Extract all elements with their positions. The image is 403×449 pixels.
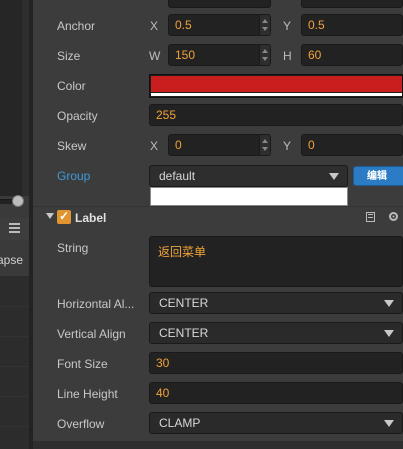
line-height-label: Line Height (57, 387, 118, 401)
label-component-title: Label (75, 211, 107, 225)
skew-x-value: 0 (175, 138, 182, 152)
chevron-down-icon (384, 300, 394, 307)
group-select[interactable]: default (149, 165, 348, 187)
overflow-value: CLAMP (159, 416, 201, 430)
anchor-y-label: Y (283, 19, 292, 33)
line-height-field[interactable]: 40 (149, 382, 403, 404)
horizontal-align-label: Horizontal Al... (57, 297, 135, 311)
group-edit-button[interactable]: 编辑 (353, 166, 403, 186)
skew-x-label: X (150, 139, 159, 153)
anchor-x-field[interactable]: 0.5 (168, 14, 271, 36)
font-size-field[interactable]: 30 (149, 352, 403, 374)
chevron-down-icon (329, 173, 339, 180)
size-w-field[interactable]: 150 (168, 44, 271, 66)
opacity-label: Opacity (57, 109, 98, 123)
menu-icon[interactable] (9, 223, 20, 233)
size-w-stepper[interactable] (259, 45, 270, 65)
string-textarea[interactable]: 返回菜单 (149, 236, 403, 287)
fold-arrow-icon[interactable] (46, 213, 54, 219)
anchor-x-label: X (150, 19, 159, 33)
font-size-value: 30 (156, 356, 170, 370)
inspector-bottom-edge (33, 441, 403, 449)
group-value: default (159, 169, 196, 183)
string-label: String (57, 241, 89, 255)
horizontal-align-select[interactable]: CENTER (149, 292, 403, 314)
skew-label: Skew (57, 139, 87, 153)
left-scrollbar[interactable] (22, 0, 29, 196)
left-list (0, 276, 29, 449)
vertical-align-label: Vertical Align (57, 327, 126, 341)
book-icon[interactable] (366, 212, 375, 222)
color-picker[interactable] (149, 74, 403, 98)
list-divider (0, 336, 29, 337)
list-divider (0, 396, 29, 397)
zoom-slider-knob[interactable] (12, 195, 24, 207)
size-h-value: 60 (308, 48, 322, 62)
chevron-down-icon (384, 330, 394, 337)
chevron-down-icon (384, 420, 394, 427)
size-w-value: 150 (175, 48, 196, 62)
anchor-x-value: 0.5 (175, 18, 192, 32)
vertical-align-select[interactable]: CENTER (149, 322, 403, 344)
position-x-field[interactable] (168, 0, 271, 8)
collapse-button[interactable]: apse (0, 246, 29, 274)
opacity-value: 255 (156, 108, 177, 122)
string-value: 返回菜单 (158, 245, 207, 259)
anchor-y-field[interactable]: 0.5 (301, 14, 403, 36)
anchor-y-value: 0.5 (308, 18, 325, 32)
skew-x-stepper[interactable] (259, 135, 270, 155)
anchor-x-stepper[interactable] (259, 15, 270, 35)
skew-y-value: 0 (308, 138, 315, 152)
left-toolbar (0, 218, 29, 240)
skew-y-label: Y (283, 139, 292, 153)
size-label: Size (57, 49, 81, 63)
vertical-align-value: CENTER (159, 326, 209, 340)
overflow-select[interactable]: CLAMP (149, 412, 403, 434)
list-divider (0, 366, 29, 367)
list-divider (0, 306, 29, 307)
group-label[interactable]: Group (57, 169, 90, 183)
horizontal-align-value: CENTER (159, 296, 209, 310)
font-size-label: Font Size (57, 357, 108, 371)
overflow-label: Overflow (57, 417, 105, 431)
skew-x-field[interactable]: 0 (168, 134, 271, 156)
size-w-label: W (149, 49, 161, 63)
anchor-label: Anchor (57, 19, 96, 33)
gear-icon[interactable] (388, 211, 399, 222)
group-dropdown-list[interactable] (150, 187, 348, 206)
color-swatch (151, 76, 402, 92)
list-divider (0, 426, 29, 427)
color-label: Color (57, 79, 86, 93)
line-height-value: 40 (156, 386, 170, 400)
size-h-field[interactable]: 60 (301, 44, 403, 66)
position-y-field[interactable] (301, 0, 403, 8)
collapse-label: apse (0, 253, 24, 267)
size-h-label: H (283, 49, 292, 63)
skew-y-field[interactable]: 0 (301, 134, 403, 156)
color-alpha-bar (151, 93, 402, 96)
opacity-field[interactable]: 255 (149, 104, 403, 126)
scene-view-strip (0, 0, 22, 196)
checkmark-icon: ✓ (59, 209, 70, 223)
